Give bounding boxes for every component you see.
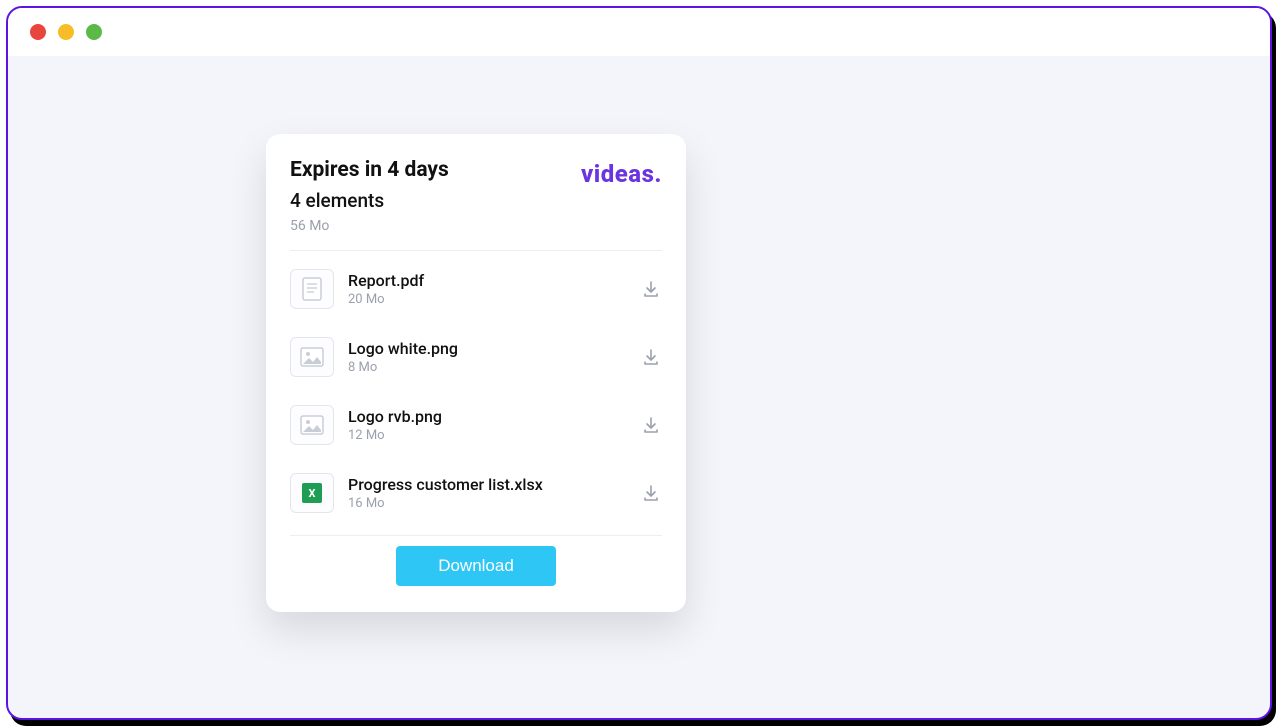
- card-header: Expires in 4 days 4 elements 56 Mo videa…: [290, 158, 662, 240]
- file-size: 12 Mo: [348, 428, 626, 443]
- image-icon: [290, 337, 334, 377]
- file-row: X Progress customer list.xlsx 16 Mo: [290, 459, 662, 527]
- file-row: Logo rvb.png 12 Mo: [290, 391, 662, 459]
- file-name: Progress customer list.xlsx: [348, 475, 626, 494]
- expiry-text: Expires in 4 days: [290, 158, 449, 183]
- download-icon[interactable]: [640, 482, 662, 504]
- file-row: Logo white.png 8 Mo: [290, 323, 662, 391]
- download-icon[interactable]: [640, 414, 662, 436]
- download-card: Expires in 4 days 4 elements 56 Mo videa…: [266, 134, 686, 612]
- file-row: Report.pdf 20 Mo: [290, 255, 662, 323]
- file-size: 16 Mo: [348, 496, 626, 511]
- total-size: 56 Mo: [290, 218, 449, 234]
- file-name: Logo white.png: [348, 339, 626, 358]
- image-icon: [290, 405, 334, 445]
- minimize-window-button[interactable]: [58, 24, 74, 40]
- document-icon: [290, 269, 334, 309]
- divider: [290, 535, 662, 536]
- file-name: Logo rvb.png: [348, 407, 626, 426]
- element-count: 4 elements: [290, 189, 449, 212]
- download-button[interactable]: Download: [396, 546, 556, 586]
- maximize-window-button[interactable]: [86, 24, 102, 40]
- file-name: Report.pdf: [348, 271, 626, 290]
- divider: [290, 250, 662, 251]
- titlebar: [8, 8, 1270, 56]
- brand-logo: videas.: [581, 160, 662, 188]
- file-size: 8 Mo: [348, 360, 626, 375]
- close-window-button[interactable]: [30, 24, 46, 40]
- spreadsheet-icon: X: [290, 473, 334, 513]
- app-window: Expires in 4 days 4 elements 56 Mo videa…: [6, 6, 1272, 720]
- download-icon[interactable]: [640, 346, 662, 368]
- download-icon[interactable]: [640, 278, 662, 300]
- file-size: 20 Mo: [348, 292, 626, 307]
